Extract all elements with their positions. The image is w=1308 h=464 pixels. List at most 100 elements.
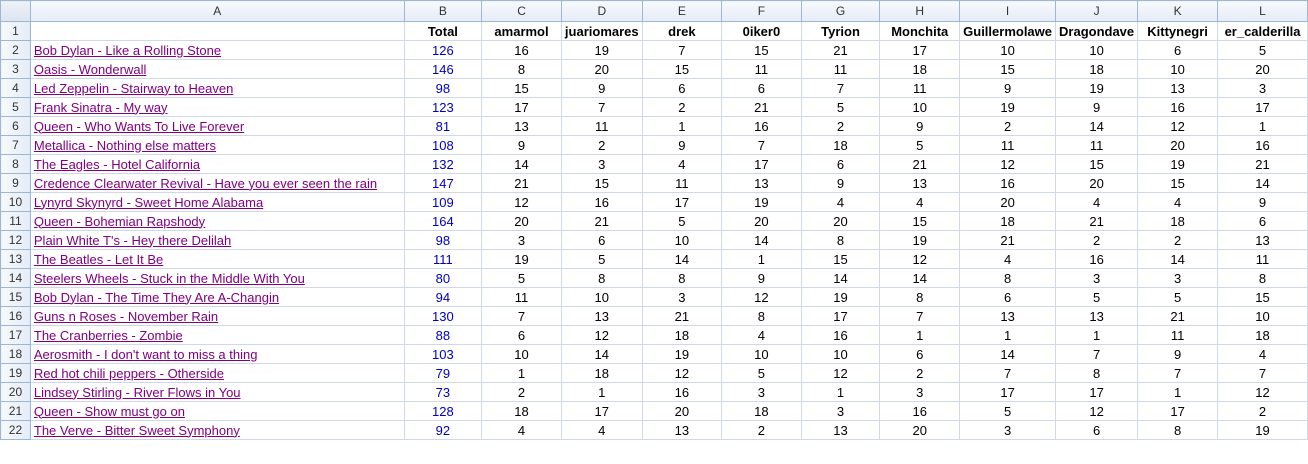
vote-cell[interactable]: 10 xyxy=(481,344,562,364)
row-number[interactable]: 8 xyxy=(0,154,31,174)
total-cell[interactable]: 146 xyxy=(403,59,483,79)
song-link[interactable]: Oasis - Wonderwall xyxy=(34,62,146,77)
row-number[interactable]: 18 xyxy=(0,344,31,364)
vote-cell[interactable]: 18 xyxy=(1217,325,1308,345)
vote-cell[interactable]: 1 xyxy=(959,325,1057,345)
vote-cell[interactable]: 5 xyxy=(1137,287,1219,307)
vote-cell[interactable]: 5 xyxy=(560,249,643,269)
song-link[interactable]: Metallica - Nothing else matters xyxy=(34,138,216,153)
vote-cell[interactable]: 19 xyxy=(800,287,881,307)
vote-cell[interactable]: 2 xyxy=(959,116,1057,136)
vote-cell[interactable]: 7 xyxy=(641,40,723,60)
vote-cell[interactable]: 21 xyxy=(641,306,723,326)
vote-cell[interactable]: 16 xyxy=(1217,135,1308,155)
song-cell[interactable]: Queen - Bohemian Rapshody xyxy=(29,211,405,231)
vote-cell[interactable]: 13 xyxy=(879,173,961,193)
vote-cell[interactable]: 4 xyxy=(481,420,562,440)
total-cell[interactable]: 108 xyxy=(403,135,483,155)
vote-cell[interactable]: 6 xyxy=(481,325,562,345)
vote-cell[interactable]: 16 xyxy=(879,401,961,421)
song-link[interactable]: The Cranberries - Zombie xyxy=(34,328,183,343)
vote-cell[interactable]: 1 xyxy=(1137,382,1219,402)
row-number[interactable]: 10 xyxy=(0,192,31,212)
vote-cell[interactable]: 1 xyxy=(879,325,961,345)
vote-cell[interactable]: 5 xyxy=(641,211,723,231)
column-header-a[interactable]: A xyxy=(29,0,405,22)
song-cell[interactable]: Queen - Show must go on xyxy=(29,401,405,421)
vote-cell[interactable]: 9 xyxy=(1055,97,1139,117)
vote-cell[interactable]: 6 xyxy=(879,344,961,364)
vote-cell[interactable]: 3 xyxy=(1217,78,1308,98)
vote-cell[interactable]: 10 xyxy=(959,40,1057,60)
vote-cell[interactable]: 3 xyxy=(959,420,1057,440)
row-number[interactable]: 5 xyxy=(0,97,31,117)
song-cell[interactable]: The Beatles - Let It Be xyxy=(29,249,405,269)
vote-cell[interactable]: 15 xyxy=(721,40,802,60)
vote-cell[interactable]: 11 xyxy=(1055,135,1139,155)
vote-cell[interactable]: 20 xyxy=(721,211,802,231)
row-number[interactable]: 14 xyxy=(0,268,31,288)
vote-cell[interactable]: 20 xyxy=(1217,59,1308,79)
header-cell[interactable]: er_calderilla xyxy=(1217,21,1308,41)
vote-cell[interactable]: 10 xyxy=(641,230,723,250)
column-header-h[interactable]: H xyxy=(879,0,961,22)
vote-cell[interactable]: 12 xyxy=(641,363,723,383)
vote-cell[interactable]: 18 xyxy=(641,325,723,345)
vote-cell[interactable]: 8 xyxy=(800,230,881,250)
vote-cell[interactable]: 18 xyxy=(879,59,961,79)
vote-cell[interactable]: 5 xyxy=(1217,40,1308,60)
vote-cell[interactable]: 2 xyxy=(481,382,562,402)
vote-cell[interactable]: 7 xyxy=(800,78,881,98)
vote-cell[interactable]: 6 xyxy=(1217,211,1308,231)
total-cell[interactable]: 98 xyxy=(403,78,483,98)
total-cell[interactable]: 103 xyxy=(403,344,483,364)
vote-cell[interactable]: 6 xyxy=(641,78,723,98)
total-cell[interactable]: 92 xyxy=(403,420,483,440)
total-cell[interactable]: 94 xyxy=(403,287,483,307)
vote-cell[interactable]: 6 xyxy=(959,287,1057,307)
vote-cell[interactable]: 12 xyxy=(721,287,802,307)
vote-cell[interactable]: 17 xyxy=(721,154,802,174)
song-link[interactable]: Frank Sinatra - My way xyxy=(34,100,168,115)
vote-cell[interactable]: 13 xyxy=(1137,78,1219,98)
vote-cell[interactable]: 4 xyxy=(879,192,961,212)
vote-cell[interactable]: 4 xyxy=(959,249,1057,269)
vote-cell[interactable]: 13 xyxy=(641,420,723,440)
vote-cell[interactable]: 6 xyxy=(800,154,881,174)
vote-cell[interactable]: 13 xyxy=(800,420,881,440)
total-cell[interactable]: 123 xyxy=(403,97,483,117)
vote-cell[interactable]: 20 xyxy=(1055,173,1139,193)
vote-cell[interactable]: 2 xyxy=(641,97,723,117)
vote-cell[interactable]: 5 xyxy=(721,363,802,383)
song-cell[interactable]: Plain White T's - Hey there Delilah xyxy=(29,230,405,250)
vote-cell[interactable]: 15 xyxy=(1217,287,1308,307)
vote-cell[interactable]: 3 xyxy=(641,287,723,307)
vote-cell[interactable]: 13 xyxy=(721,173,802,193)
vote-cell[interactable]: 14 xyxy=(560,344,643,364)
vote-cell[interactable]: 19 xyxy=(1055,78,1139,98)
total-cell[interactable]: 80 xyxy=(403,268,483,288)
total-cell[interactable]: 164 xyxy=(403,211,483,231)
song-link[interactable]: The Beatles - Let It Be xyxy=(34,252,163,267)
vote-cell[interactable]: 17 xyxy=(879,40,961,60)
vote-cell[interactable]: 17 xyxy=(1055,382,1139,402)
vote-cell[interactable]: 20 xyxy=(959,192,1057,212)
vote-cell[interactable]: 12 xyxy=(959,154,1057,174)
total-cell[interactable]: 147 xyxy=(403,173,483,193)
vote-cell[interactable]: 21 xyxy=(959,230,1057,250)
column-header-k[interactable]: K xyxy=(1137,0,1219,22)
vote-cell[interactable]: 2 xyxy=(560,135,643,155)
vote-cell[interactable]: 8 xyxy=(1055,363,1139,383)
vote-cell[interactable]: 5 xyxy=(1055,287,1139,307)
vote-cell[interactable]: 13 xyxy=(959,306,1057,326)
vote-cell[interactable]: 7 xyxy=(879,306,961,326)
total-cell[interactable]: 79 xyxy=(403,363,483,383)
row-number[interactable]: 3 xyxy=(0,59,31,79)
header-cell[interactable]: amarmol xyxy=(481,21,562,41)
vote-cell[interactable]: 21 xyxy=(1137,306,1219,326)
total-cell[interactable]: 132 xyxy=(403,154,483,174)
vote-cell[interactable]: 15 xyxy=(879,211,961,231)
row-number[interactable]: 20 xyxy=(0,382,31,402)
vote-cell[interactable]: 7 xyxy=(959,363,1057,383)
vote-cell[interactable]: 17 xyxy=(1137,401,1219,421)
